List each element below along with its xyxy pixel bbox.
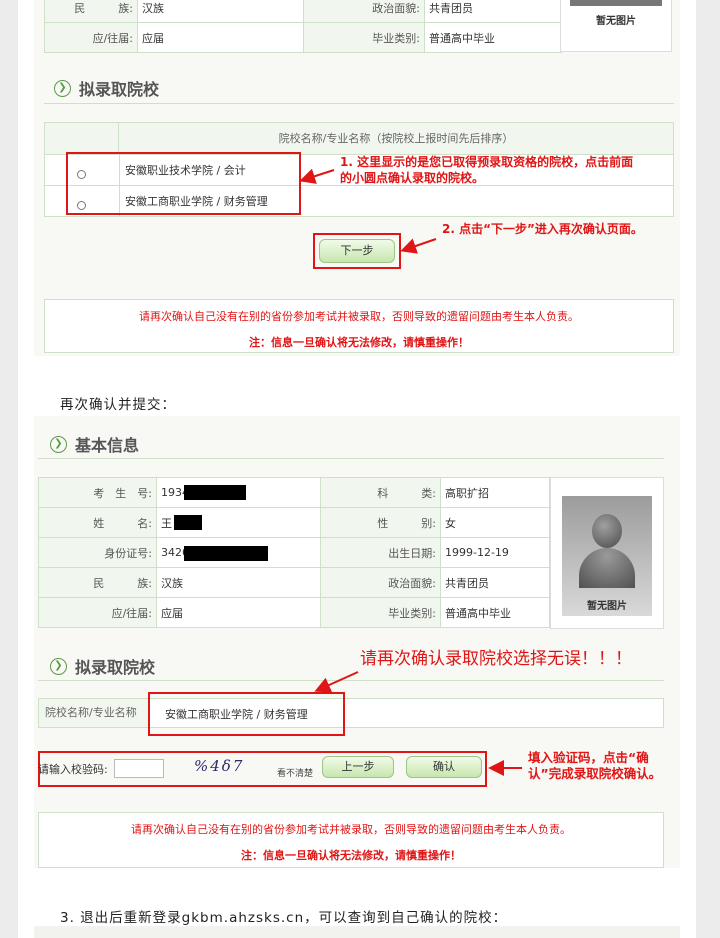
arrow-to-options [299,168,335,184]
arrow-to-school [314,671,359,693]
annotation-arrows [299,168,522,776]
arrow-to-next-button [400,238,437,254]
